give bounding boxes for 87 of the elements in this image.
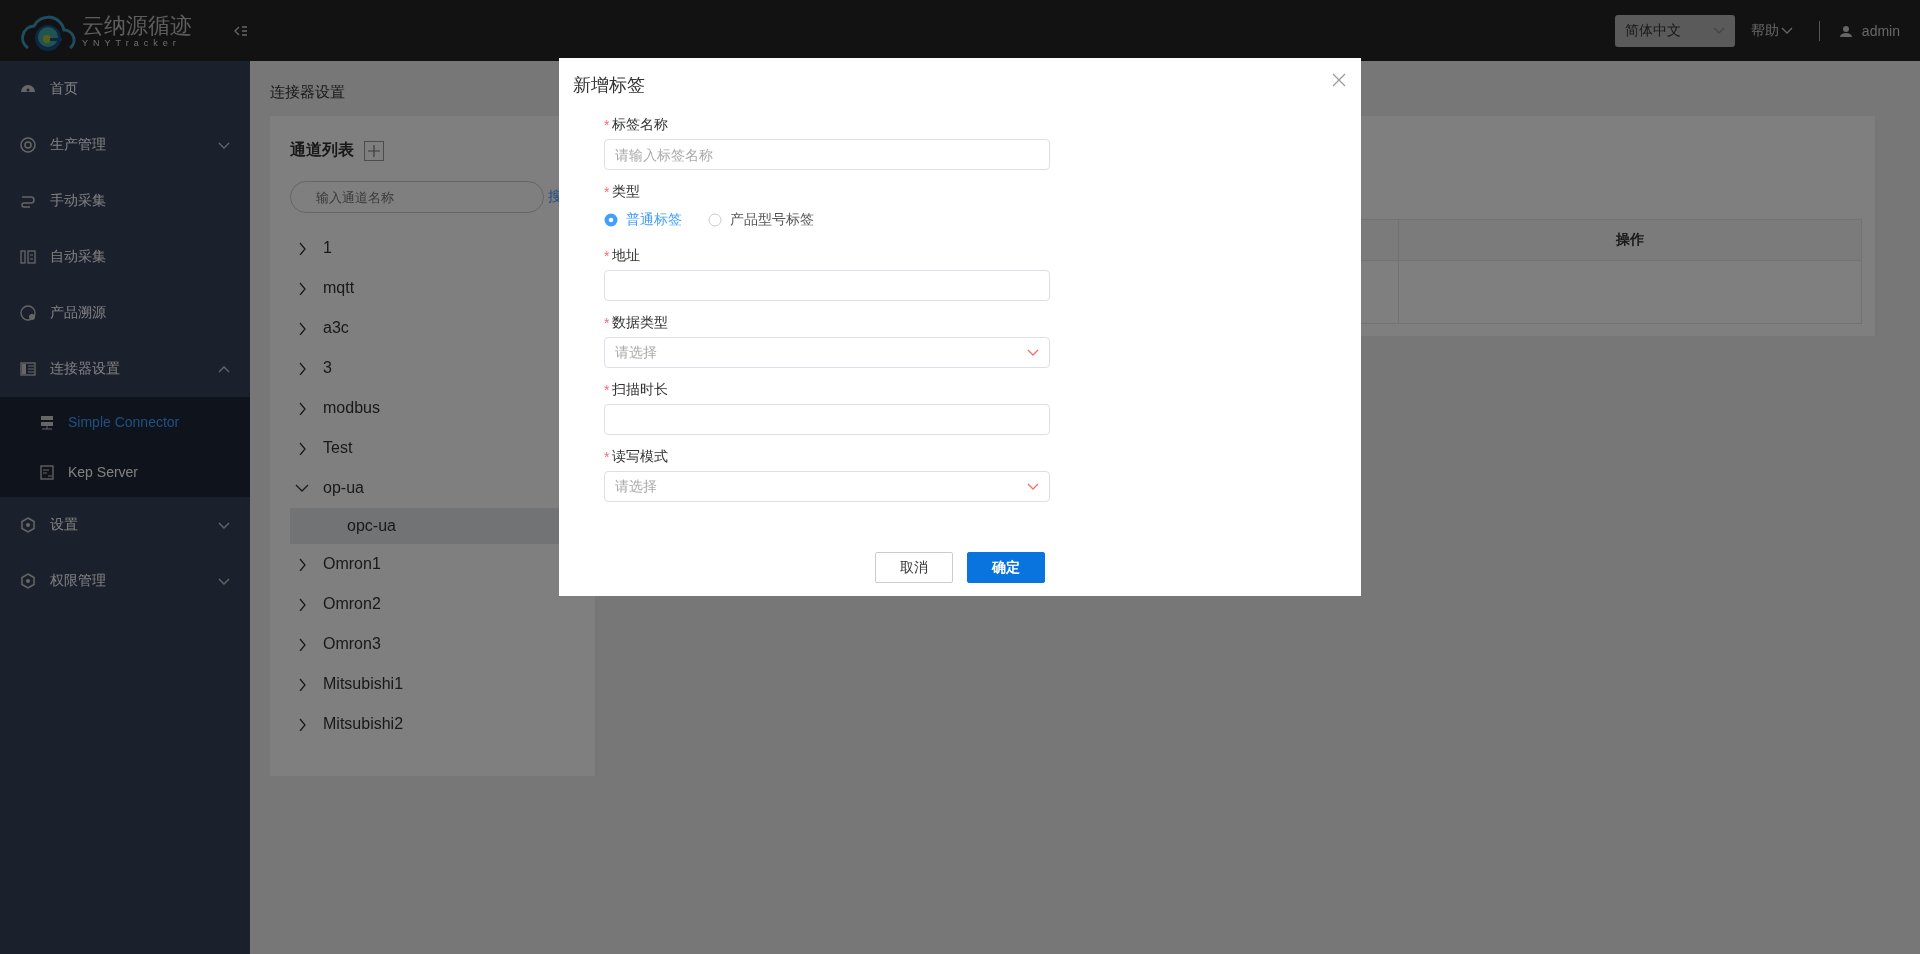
chevron-down-icon	[1027, 349, 1039, 356]
text-field[interactable]	[604, 404, 1050, 435]
tree-node[interactable]: Omron1	[290, 544, 595, 584]
tree-node[interactable]: Mitsubishi2	[290, 704, 595, 744]
chevron-down-icon	[218, 141, 230, 149]
tree-node[interactable]: Test	[290, 428, 595, 468]
field-label: 标签名称	[612, 116, 669, 134]
sidebar-item[interactable]: 自动采集	[0, 229, 250, 285]
required-mark: *	[604, 248, 610, 264]
chevron-right-icon	[299, 241, 306, 255]
chevron-right-icon	[299, 717, 306, 731]
columns-icon	[20, 249, 36, 265]
chevron-right-icon	[299, 321, 306, 335]
server-icon	[40, 414, 54, 430]
add-button[interactable]	[364, 140, 384, 161]
submenu-item[interactable]: Simple Connector	[0, 397, 250, 447]
chevron-down-icon	[218, 577, 230, 585]
collapse-icon	[234, 24, 248, 37]
document-icon	[40, 464, 54, 480]
required-mark: *	[604, 184, 610, 200]
route-icon	[20, 193, 36, 209]
sidebar-item[interactable]: 权限管理	[0, 553, 250, 609]
chevron-right-icon	[299, 401, 306, 415]
radio-option[interactable]: 产品型号标签	[708, 211, 814, 229]
plus-icon	[367, 143, 381, 158]
chevron-down-icon	[1027, 483, 1039, 490]
chevron-right-icon	[299, 441, 306, 455]
required-mark: *	[604, 315, 610, 331]
hexagon-icon	[20, 573, 36, 589]
cancel-button[interactable]: 取消	[875, 552, 953, 583]
required-mark: *	[604, 382, 610, 398]
field-label: 读写模式	[612, 448, 669, 466]
field-label: 类型	[612, 183, 641, 201]
required-mark: *	[604, 117, 610, 133]
sidebar-item[interactable]: 手动采集	[0, 173, 250, 229]
help-menu[interactable]: 帮助	[1744, 20, 1799, 41]
logo-subtitle: YNYTracker	[82, 37, 182, 48]
chevron-up-icon	[218, 365, 230, 373]
list-panel-icon	[20, 361, 36, 377]
sidebar-item[interactable]: 设置	[0, 497, 250, 553]
gear-icon	[20, 137, 36, 153]
chevron-right-icon	[299, 597, 306, 611]
language-select[interactable]: 简体中文	[1614, 14, 1735, 47]
tree-node[interactable]: modbus	[290, 388, 595, 428]
chevron-right-icon	[299, 637, 306, 651]
tree-node[interactable]: a3c	[290, 308, 595, 348]
chevron-down-icon	[295, 484, 309, 492]
sidebar-item[interactable]: 连接器设置	[0, 341, 250, 397]
breadcrumb: 连接器设置	[270, 83, 345, 102]
user-icon	[1839, 24, 1852, 37]
logo-title: 云纳源循迹	[82, 13, 192, 38]
chevron-right-icon	[299, 281, 306, 295]
required-mark: *	[604, 449, 610, 465]
text-field[interactable]	[604, 270, 1050, 301]
tree-node[interactable]: Mitsubishi1	[290, 664, 595, 704]
sidebar-item[interactable]: 生产管理	[0, 117, 250, 173]
confirm-button[interactable]: 确定	[967, 552, 1045, 583]
select-field[interactable]: 请选择	[604, 337, 1050, 368]
tree-node[interactable]: mqtt	[290, 268, 595, 308]
submenu-item[interactable]: Kep Server	[0, 447, 250, 497]
radio-checked-icon	[604, 213, 618, 227]
hexagon-icon	[20, 517, 36, 533]
field-label: 扫描时长	[612, 381, 669, 399]
chevron-down-icon	[1780, 27, 1793, 34]
radio-option[interactable]: 普通标签	[604, 211, 682, 229]
select-field[interactable]: 请选择	[604, 471, 1050, 502]
close-button[interactable]	[1332, 73, 1346, 87]
field-label: 地址	[612, 247, 641, 265]
user-name[interactable]: admin	[1861, 22, 1900, 39]
panel-title: 通道列表	[290, 140, 354, 160]
sidebar-item[interactable]: 首页	[0, 61, 250, 117]
chevron-down-icon	[218, 521, 230, 529]
sidebar-item[interactable]: 产品溯源	[0, 285, 250, 341]
search-field[interactable]: 输入通道名称	[290, 181, 544, 213]
dialog-title: 新增标签	[573, 74, 645, 97]
chevron-right-icon	[299, 557, 306, 571]
chevron-right-icon	[299, 361, 306, 375]
tree-node[interactable]: 1	[290, 228, 595, 268]
column-header: 操作	[1398, 219, 1862, 261]
tree-node[interactable]: Omron2	[290, 584, 595, 624]
text-field[interactable]: 请输入标签名称	[604, 139, 1050, 170]
radio-icon	[708, 213, 722, 227]
field-label: 数据类型	[612, 314, 669, 332]
chevron-right-icon	[299, 677, 306, 691]
tree-node[interactable]: Omron3	[290, 624, 595, 664]
close-icon	[1332, 73, 1346, 87]
tree-node[interactable]: 3	[290, 348, 595, 388]
